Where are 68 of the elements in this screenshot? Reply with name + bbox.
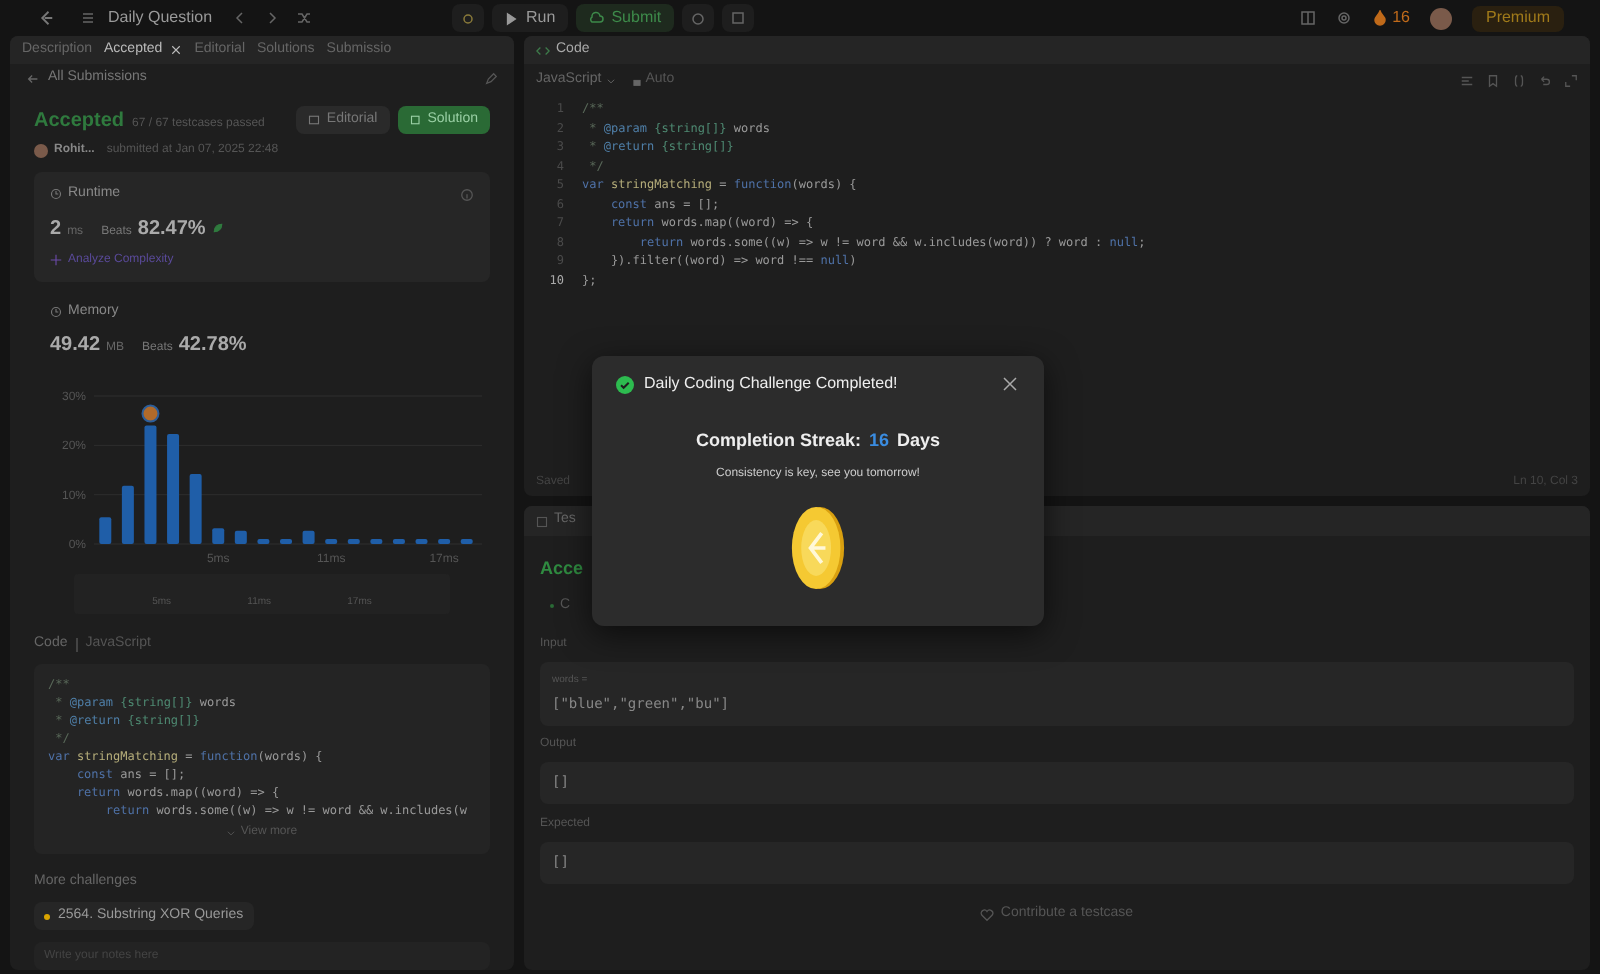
- premium-button[interactable]: Premium: [1471, 5, 1564, 31]
- shuffle-icon: [296, 10, 313, 26]
- bar: [99, 517, 112, 544]
- bar: [234, 530, 247, 544]
- bar: [415, 539, 428, 544]
- coin-icon: [790, 503, 846, 591]
- bar: [392, 539, 405, 544]
- bar: [302, 530, 315, 544]
- stat-value: 49.42: [50, 332, 101, 360]
- alarm-button[interactable]: [681, 4, 714, 32]
- submit-button[interactable]: Submit: [575, 4, 674, 32]
- avatar-marker: [141, 404, 160, 423]
- undo-icon: [1538, 73, 1552, 87]
- bar: [212, 528, 225, 544]
- code-icon: [536, 43, 550, 57]
- streak-days: 16: [868, 428, 889, 455]
- bar: [144, 425, 157, 544]
- chevron-left-icon: [232, 10, 249, 26]
- logo-icon: [36, 8, 56, 28]
- chevron-right-icon: [264, 10, 281, 26]
- braces-icon: [1512, 73, 1526, 87]
- bar: [325, 539, 338, 544]
- bar: [257, 539, 270, 544]
- bar: [460, 539, 473, 544]
- result-status: Acce: [540, 556, 584, 582]
- close-button[interactable]: [1000, 374, 1020, 394]
- stat-value: 2: [50, 215, 62, 243]
- check-circle-icon: [616, 375, 634, 393]
- avatar[interactable]: [1429, 7, 1452, 29]
- streak-unit: Days: [897, 428, 941, 454]
- chevron-down-icon: [605, 75, 616, 85]
- streak-count: 16: [1392, 6, 1410, 30]
- format-icon: [1460, 73, 1474, 87]
- heart-icon: [980, 907, 995, 922]
- bookmark-icon: [1486, 73, 1500, 87]
- status-text: Accepted: [34, 108, 125, 136]
- list-icon: [80, 10, 96, 26]
- bar: [370, 539, 383, 544]
- bar: [167, 434, 180, 544]
- bar: [347, 539, 360, 544]
- checkbox-icon: [536, 515, 548, 527]
- expand-icon: [1564, 73, 1578, 87]
- info-icon: [460, 187, 474, 202]
- debug-button[interactable]: [452, 4, 485, 32]
- bar: [121, 485, 134, 544]
- settings-icon: [1336, 10, 1353, 26]
- page-title: Daily Question: [108, 6, 213, 30]
- beats-value: 82.47%: [137, 215, 206, 243]
- close-icon: [170, 44, 183, 56]
- leaf-icon: [211, 221, 224, 233]
- bar: [438, 539, 451, 544]
- bar: [280, 539, 292, 544]
- flame-icon: [1372, 10, 1389, 26]
- note-button[interactable]: [721, 4, 754, 32]
- run-button[interactable]: Run: [492, 4, 568, 32]
- pencil-icon: [484, 72, 498, 86]
- beats-value: 42.78%: [178, 332, 247, 360]
- play-icon: [504, 11, 519, 25]
- bar: [189, 473, 202, 544]
- chevron-down-icon: [226, 827, 237, 837]
- dialog-title: Daily Coding Challenge Completed!: [644, 372, 898, 396]
- back-arrow-icon: [26, 72, 40, 86]
- streak-label: Completion Streak:: [695, 428, 861, 454]
- cloud-icon: [587, 10, 604, 26]
- clock-icon: [50, 305, 62, 318]
- layout-icon: [1300, 10, 1317, 26]
- avatar: [34, 144, 48, 158]
- clock-icon: [50, 188, 62, 201]
